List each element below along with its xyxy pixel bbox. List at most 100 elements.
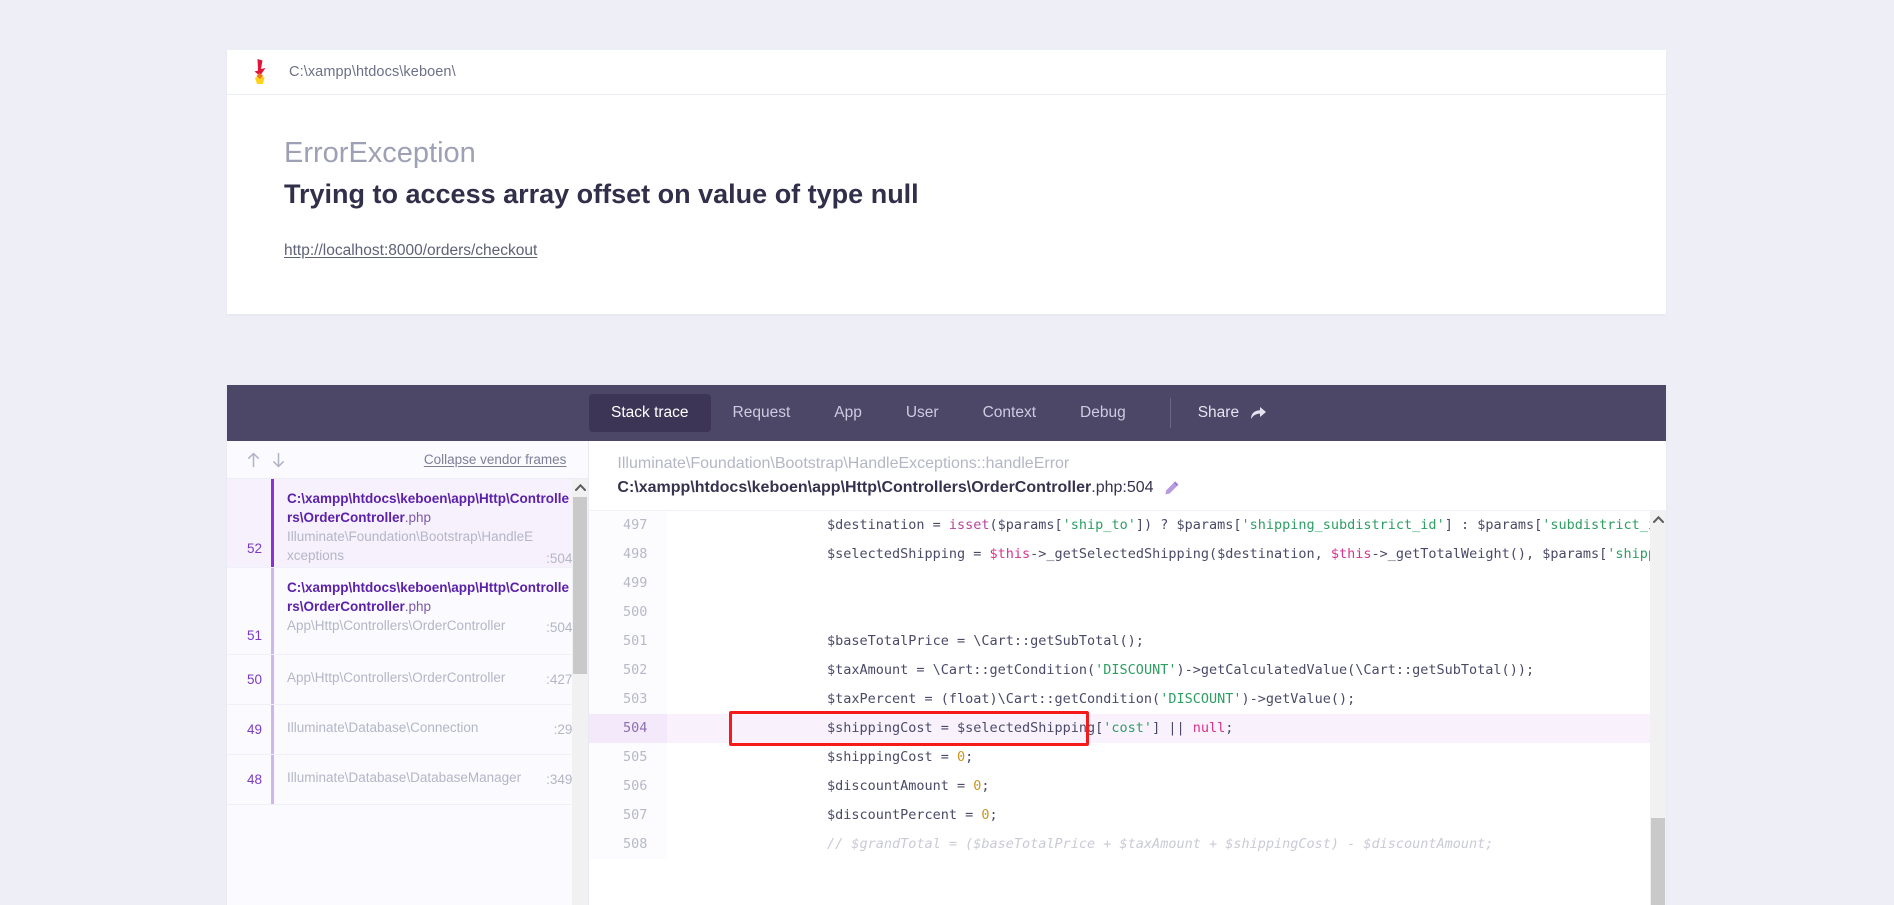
code-scrollbar-up-arrow-icon[interactable]	[1650, 511, 1666, 528]
frame-accent-bar	[271, 479, 274, 567]
frame-file-path: C:\xampp\htdocs\keboen\app\Http\Controll…	[287, 580, 569, 614]
frame-body: Illuminate\Database\Connection :29	[271, 705, 588, 754]
code-column: Illuminate\Foundation\Bootstrap\HandleEx…	[589, 441, 1666, 905]
share-arrow-icon	[1250, 406, 1267, 421]
code-line-number: 505	[589, 743, 668, 772]
code-line-number: 504	[589, 714, 668, 743]
code-header: Illuminate\Foundation\Bootstrap\HandleEx…	[589, 441, 1666, 510]
frame-line-number: :427	[546, 672, 573, 688]
frame-row-49[interactable]: 49 Illuminate\Database\Connection :29	[227, 705, 589, 755]
code-scrollbar[interactable]	[1650, 511, 1666, 905]
frame-class-name: App\Http\Controllers\OrderController	[287, 618, 506, 634]
code-line-content: $selectedShipping = $this->_getSelectedS…	[729, 546, 1666, 562]
frame-file-path: C:\xampp\htdocs\keboen\app\Http\Controll…	[287, 491, 569, 525]
frame-class-name: App\Http\Controllers\OrderController	[287, 670, 506, 685]
arrow-down-icon[interactable]	[271, 452, 286, 468]
tab-user[interactable]: User	[884, 394, 961, 432]
frame-nav-arrows	[246, 452, 286, 468]
frame-file-ext: .php	[404, 599, 432, 615]
code-line-499: 499	[589, 569, 1666, 598]
tab-stack-trace[interactable]: Stack trace	[589, 394, 711, 432]
code-line-content	[667, 598, 1666, 627]
code-line-number: 501	[589, 627, 668, 656]
code-source-area[interactable]: 497 $destination = isset($params['ship_t…	[589, 510, 1666, 905]
code-line-502: 502 $taxAmount = \Cart::getCondition('DI…	[589, 656, 1666, 685]
frame-class-row: Illuminate\Foundation\Bootstrap\HandleEx…	[287, 527, 572, 565]
code-line-content: $shippingCost = 0;	[729, 749, 974, 765]
frame-body: App\Http\Controllers\OrderController :42…	[271, 655, 588, 704]
frames-scrollbar[interactable]	[572, 479, 589, 905]
code-line-503: 503 $taxPercent = (float)\Cart::getCondi…	[589, 685, 1666, 714]
code-line-number: 500	[589, 598, 668, 627]
code-line-content: $discountPercent = 0;	[729, 807, 998, 823]
code-line-number: 498	[589, 540, 668, 569]
code-line-number: 502	[589, 656, 668, 685]
frame-row-52[interactable]: 52 C:\xampp\htdocs\keboen\app\Http\Contr…	[227, 479, 589, 568]
frame-line-number: :504	[546, 620, 573, 636]
frame-number: 49	[246, 722, 262, 737]
tab-app[interactable]: App	[812, 394, 884, 432]
stack-panel-body: Collapse vendor frames 52 C:\xampp\htdoc…	[227, 441, 1666, 905]
frame-class-row: Illuminate\Database\Connection :29	[287, 718, 572, 737]
request-url-link[interactable]: http://localhost:8000/orders/checkout	[284, 242, 537, 260]
code-line-content	[667, 569, 1666, 598]
code-header-file-ext: .php:504	[1091, 479, 1154, 496]
frame-number: 50	[246, 672, 262, 687]
frame-number: 52	[246, 541, 262, 556]
code-line-number: 499	[589, 569, 668, 598]
tab-debug[interactable]: Debug	[1058, 394, 1148, 432]
collapse-vendor-frames-link[interactable]: Collapse vendor frames	[424, 452, 567, 467]
frame-body: Illuminate\Database\DatabaseManager :349	[271, 755, 588, 804]
exception-class: ErrorException	[284, 137, 476, 169]
code-line-content: $discountAmount = 0;	[729, 778, 990, 794]
code-line-content: $baseTotalPrice = \Cart::getSubTotal();	[729, 633, 1144, 649]
code-header-file: C:\xampp\htdocs\keboen\app\Http\Controll…	[617, 476, 1642, 500]
frame-row-48[interactable]: 48 Illuminate\Database\DatabaseManager :…	[227, 755, 589, 805]
code-line-505: 505 $shippingCost = 0;	[589, 743, 1666, 772]
code-line-content: $taxAmount = \Cart::getCondition('DISCOU…	[729, 662, 1535, 678]
exception-message: Trying to access array offset on value o…	[284, 179, 919, 210]
app-path-bar: C:\xampp\htdocs\keboen\	[227, 50, 1666, 95]
code-header-class: Illuminate\Foundation\Bootstrap\HandleEx…	[617, 455, 1070, 472]
frame-accent-bar	[271, 655, 274, 704]
frame-file-ext: .php	[404, 510, 432, 526]
code-line-507: 507 $discountPercent = 0;	[589, 801, 1666, 830]
frames-scrollbar-thumb[interactable]	[573, 497, 588, 674]
code-line-508: 508 // $grandTotal = ($baseTotalPrice + …	[589, 830, 1666, 859]
pencil-edit-icon[interactable]	[1164, 480, 1180, 496]
frame-class-row: App\Http\Controllers\OrderController :50…	[287, 616, 572, 635]
code-header-file-path: C:\xampp\htdocs\keboen\app\Http\Controll…	[617, 479, 1092, 496]
code-line-506: 506 $discountAmount = 0;	[589, 772, 1666, 801]
code-lines: 497 $destination = isset($params['ship_t…	[589, 511, 1666, 859]
code-line-497: 497 $destination = isset($params['ship_t…	[589, 511, 1666, 540]
tab-bar: Stack trace Request App User Context Deb…	[227, 385, 1666, 441]
code-header-file-text: C:\xampp\htdocs\keboen\app\Http\Controll…	[617, 476, 1153, 500]
frame-body: C:\xampp\htdocs\keboen\app\Http\Controll…	[271, 479, 588, 567]
frame-class-name: Illuminate\Database\DatabaseManager	[287, 770, 522, 785]
frame-row-50[interactable]: 50 App\Http\Controllers\OrderController …	[227, 655, 589, 705]
frame-number: 51	[246, 628, 262, 643]
code-line-number: 503	[589, 685, 668, 714]
tabs-group: Stack trace Request App User Context Deb…	[589, 394, 1281, 432]
scrollbar-up-arrow-icon[interactable]	[572, 479, 589, 496]
frames-scroll-area: 52 C:\xampp\htdocs\keboen\app\Http\Contr…	[227, 479, 589, 905]
code-line-number: 507	[589, 801, 668, 830]
code-line-content: $taxPercent = (float)\Cart::getCondition…	[729, 691, 1356, 707]
code-line-498: 498 $selectedShipping = $this->_getSelec…	[589, 540, 1666, 569]
tab-context[interactable]: Context	[961, 394, 1058, 432]
tab-request[interactable]: Request	[711, 394, 813, 432]
code-line-504: 504 $shippingCost = $selectedShipping['c…	[589, 714, 1666, 743]
frame-class-name: Illuminate\Foundation\Bootstrap\HandleEx…	[287, 529, 534, 564]
exception-summary: ErrorException Trying to access array of…	[227, 95, 1666, 314]
code-scrollbar-thumb[interactable]	[1651, 818, 1665, 905]
code-line-content: // $grandTotal = ($baseTotalPrice + $tax…	[729, 836, 1494, 852]
arrow-up-icon[interactable]	[246, 452, 261, 468]
frame-accent-bar	[271, 755, 274, 804]
frame-class-row: App\Http\Controllers\OrderController :42…	[287, 668, 572, 687]
share-button[interactable]: Share	[1184, 394, 1281, 432]
frame-line-number: :504	[546, 550, 573, 566]
code-line-number: 506	[589, 772, 668, 801]
frame-number: 48	[246, 772, 262, 787]
frame-class-row: Illuminate\Database\DatabaseManager :349	[287, 768, 572, 787]
frame-row-51[interactable]: 51 C:\xampp\htdocs\keboen\app\Http\Contr…	[227, 568, 589, 655]
